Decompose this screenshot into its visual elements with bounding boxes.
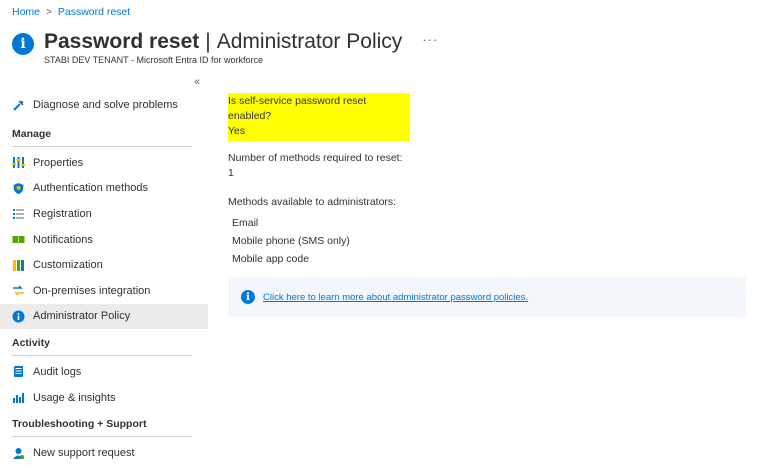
sidebar-item-label: New support request: [33, 447, 135, 460]
sidebar-item-label: Authentication methods: [33, 182, 148, 195]
sidebar-item-administrator-policy[interactable]: Administrator Policy: [0, 303, 208, 330]
tenant-label: STABI DEV TENANT - Microsoft Entra ID fo…: [44, 55, 264, 65]
section-header-activity: Activity: [12, 329, 192, 357]
sync-icon: [12, 284, 25, 297]
methods-list: Email Mobile phone (SMS only) Mobile app…: [228, 214, 410, 268]
sidebar-item-notifications[interactable]: Notifications: [0, 227, 208, 253]
list-item: Mobile phone (SMS only): [232, 235, 350, 247]
sidebar-item-label: On-premises integration: [33, 284, 151, 297]
notification-icon: [12, 233, 25, 246]
sidebar-item-new-support-request[interactable]: New support request: [0, 440, 208, 466]
sidebar-item-label: Diagnose and solve problems: [33, 99, 178, 111]
sidebar-item-label: Registration: [33, 207, 92, 220]
breadcrumb-home-link[interactable]: Home: [12, 6, 40, 18]
page-header: i Password reset | Administrator Policy …: [12, 30, 438, 65]
methods-required-value: 1: [228, 167, 234, 179]
sidebar-item-usage-insights[interactable]: Usage & insights: [0, 385, 208, 411]
sidebar-item-label: Administrator Policy: [33, 310, 131, 323]
sidebar-item-label: Audit logs: [33, 365, 82, 378]
list-item: Email: [232, 217, 259, 229]
sidebar-item-label: Notifications: [33, 233, 93, 246]
list-icon: [12, 207, 25, 220]
breadcrumb-current-link[interactable]: Password reset: [58, 6, 130, 18]
sidebar-item-audit-logs[interactable]: Audit logs: [0, 359, 208, 385]
section-header-manage: Manage: [12, 120, 192, 147]
methods-available-label: Methods available to administrators:: [228, 196, 397, 208]
collapse-sidebar-button[interactable]: «: [194, 76, 200, 88]
sidebar: Diagnose and solve problems Manage Prope…: [0, 92, 208, 466]
learn-more-link[interactable]: Click here to learn more about administr…: [263, 292, 528, 303]
sidebar-item-label: Usage & insights: [33, 391, 116, 404]
section-header-troubleshooting: Troubleshooting + Support: [12, 410, 192, 438]
sidebar-item-authentication-methods[interactable]: Authentication methods: [0, 176, 208, 202]
chevron-right-icon: >: [46, 6, 52, 18]
sidebar-item-label: Customization: [33, 259, 103, 272]
sidebar-item-registration[interactable]: Registration: [0, 201, 208, 227]
sspr-answer: Yes: [228, 125, 246, 137]
sliders-icon: [12, 156, 25, 169]
page-title: Password reset: [44, 30, 200, 53]
policy-content: Is self-service password reset enabled? …: [228, 93, 410, 268]
sidebar-item-on-premises-integration[interactable]: On-premises integration: [0, 278, 208, 304]
info-banner: i Click here to learn more about adminis…: [228, 277, 746, 317]
chart-icon: [12, 391, 25, 404]
methods-required-label: Number of methods required to reset:: [228, 152, 403, 164]
sidebar-item-diagnose[interactable]: Diagnose and solve problems: [0, 92, 208, 118]
wrench-icon: [12, 99, 25, 112]
info-icon: i: [12, 33, 34, 55]
shield-icon: [12, 182, 25, 195]
info-icon: i: [241, 290, 255, 304]
page-subtitle: Administrator Policy: [216, 30, 403, 53]
info-icon: [12, 310, 25, 323]
more-options-button[interactable]: ···: [422, 32, 438, 47]
sspr-question: Is self-service password reset enabled?: [228, 95, 367, 122]
person-icon: [12, 447, 25, 460]
sidebar-item-label: Properties: [33, 156, 84, 169]
sidebar-item-customization[interactable]: Customization: [0, 252, 208, 278]
list-item: Mobile app code: [232, 253, 310, 265]
sidebar-item-properties[interactable]: Properties: [0, 150, 208, 176]
breadcrumb: Home > Password reset: [12, 6, 130, 18]
sspr-highlight: Is self-service password reset enabled? …: [228, 93, 410, 141]
log-icon: [12, 365, 25, 378]
title-separator: |: [205, 30, 211, 53]
customization-icon: [12, 259, 25, 272]
